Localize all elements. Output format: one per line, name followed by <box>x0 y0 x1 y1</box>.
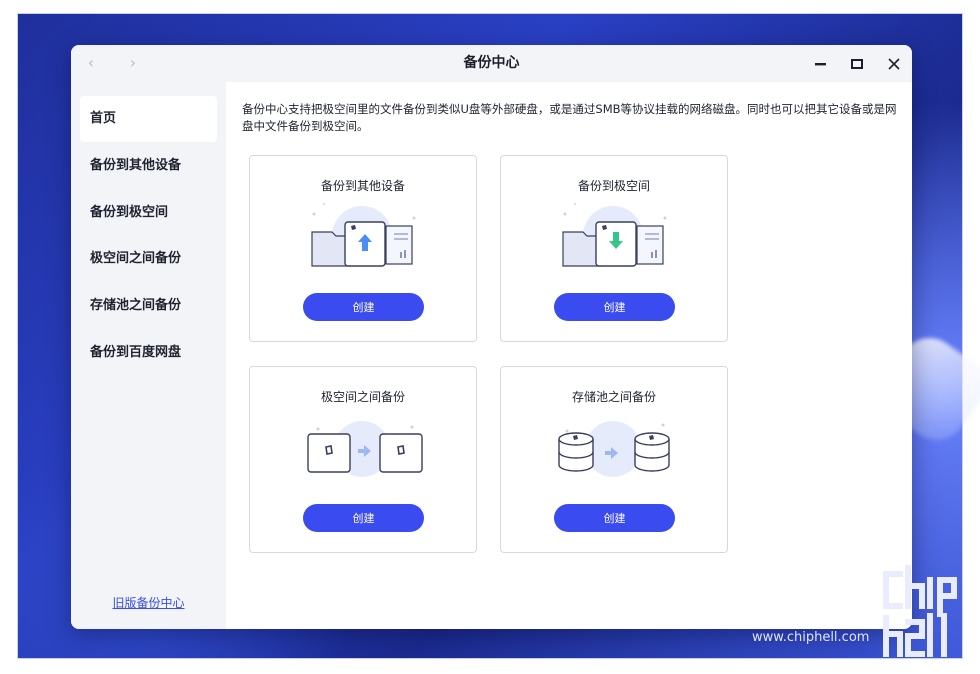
upload-to-device-illustration <box>311 203 416 267</box>
card-title: 备份到极空间 <box>577 179 650 193</box>
sidebar-item-label: 极空间之间备份 <box>90 251 182 266</box>
watermark-url: www.chiphell.com <box>752 630 870 645</box>
sidebar-item-home[interactable]: 首页 <box>80 96 217 142</box>
page-description: 备份中心支持把极空间里的文件备份到类似U盘等外部硬盘，或是通过SMB等协议挂载的… <box>242 102 897 133</box>
sidebar-item-label: 备份到极空间 <box>90 205 169 220</box>
sidebar-item-zspace-to-zspace[interactable]: 极空间之间备份 <box>80 236 217 282</box>
card-pool-to-pool: 存储池之间备份 创建 <box>500 366 728 553</box>
sidebar-item-pool-to-pool[interactable]: 存储池之间备份 <box>80 283 217 329</box>
sidebar-item-label: 备份到其他设备 <box>90 158 182 173</box>
device-to-device-illustration <box>307 421 423 477</box>
maximize-icon <box>851 59 863 69</box>
card-backup-to-other-device: 备份到其他设备 创建 <box>249 155 477 342</box>
sidebar-item-backup-to-zspace[interactable]: 备份到极空间 <box>80 190 217 236</box>
close-icon <box>888 58 900 70</box>
minimize-icon <box>815 63 826 66</box>
card-backup-to-zspace: 备份到极空间 创建 <box>500 155 728 342</box>
card-zspace-to-zspace: 极空间之间备份 创建 <box>249 366 477 553</box>
window-title: 备份中心 <box>463 55 520 71</box>
backup-center-window: ‹ › 备份中心 首页 备份到其他设备 备份到极空间 极空间之间备份 存储池之间… <box>71 45 912 629</box>
minimize-button[interactable] <box>810 53 832 75</box>
old-backup-center-link[interactable]: 旧版备份中心 <box>71 594 226 611</box>
sidebar-item-label: 备份到百度网盘 <box>90 345 182 360</box>
chiphell-logo-icon <box>883 565 957 657</box>
sidebar: 首页 备份到其他设备 备份到极空间 极空间之间备份 存储池之间备份 备份到百度网… <box>71 82 226 629</box>
create-button[interactable]: 创建 <box>554 504 675 532</box>
card-title: 备份到其他设备 <box>320 179 405 193</box>
sidebar-item-label: 存储池之间备份 <box>90 298 182 313</box>
create-button[interactable]: 创建 <box>303 504 424 532</box>
maximize-button[interactable] <box>846 53 868 75</box>
download-to-zspace-illustration <box>562 203 667 267</box>
create-button[interactable]: 创建 <box>554 293 675 321</box>
main-content: 备份中心支持把极空间里的文件备份到类似U盘等外部硬盘，或是通过SMB等协议挂载的… <box>226 82 912 629</box>
card-title: 存储池之间备份 <box>571 390 656 404</box>
close-button[interactable] <box>883 53 905 75</box>
create-button[interactable]: 创建 <box>303 293 424 321</box>
card-title: 极空间之间备份 <box>320 390 405 404</box>
sidebar-item-backup-to-baidu[interactable]: 备份到百度网盘 <box>80 330 217 376</box>
title-bar: ‹ › 备份中心 <box>71 45 912 82</box>
pool-to-pool-illustration <box>558 421 670 477</box>
sidebar-item-label: 首页 <box>90 111 117 126</box>
sidebar-item-backup-to-other-device[interactable]: 备份到其他设备 <box>80 143 217 189</box>
